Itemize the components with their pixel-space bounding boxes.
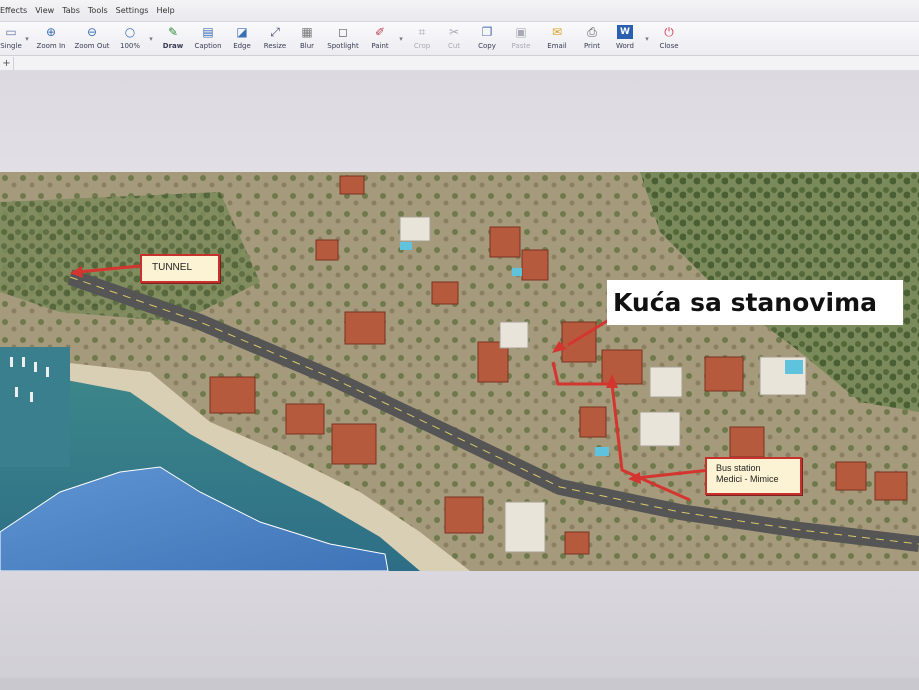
print-icon: ⎙	[587, 25, 597, 39]
draw-button[interactable]: ✎ Draw	[156, 22, 190, 56]
tunnel-label: TUNNEL	[140, 254, 220, 283]
menu-view[interactable]: View	[35, 6, 54, 15]
toolbar-separator: ▾	[149, 35, 153, 43]
aerial-map-illustration	[0, 172, 919, 571]
toolbar-separator: ▾	[25, 35, 29, 43]
draw-icon: ✎	[167, 25, 179, 39]
zoom-out-button[interactable]: ⊖ Zoom Out	[70, 22, 114, 56]
new-tab-button[interactable]: +	[0, 56, 14, 70]
menu-settings[interactable]: Settings	[116, 6, 149, 15]
close-button[interactable]: ⏻ Close	[652, 22, 686, 56]
menu-tools[interactable]: Tools	[88, 6, 108, 15]
zoom-in-button[interactable]: ⊕ Zoom In	[32, 22, 70, 56]
zoom-in-icon: ⊕	[45, 25, 57, 39]
bus-station-line1: Bus station	[716, 463, 761, 473]
menu-tabs[interactable]: Tabs	[62, 6, 80, 15]
single-button[interactable]: ▭ Single	[0, 22, 22, 56]
menu-help[interactable]: Help	[156, 6, 174, 15]
layout-icon: ▭	[5, 25, 17, 39]
house-text: Kuća sa stanovima	[613, 288, 878, 317]
zoom-out-icon: ⊖	[86, 25, 98, 39]
edge-button[interactable]: ◪ Edge	[226, 22, 258, 56]
blur-icon: ▦	[301, 25, 313, 39]
bus-station-line2: Medici - Mimice	[716, 474, 779, 484]
crop-button[interactable]: ⌗ Crop	[406, 22, 438, 56]
paint-icon: ✐	[374, 25, 386, 39]
paste-button[interactable]: ▣ Paste	[504, 22, 538, 56]
email-icon: ✉	[551, 25, 563, 39]
toolbar-separator: ▾	[645, 35, 649, 43]
email-button[interactable]: ✉ Email	[538, 22, 576, 56]
close-icon: ⏻	[664, 25, 674, 39]
print-button[interactable]: ⎙ Print	[576, 22, 608, 56]
resize-button[interactable]: ⤢ Resize	[258, 22, 292, 56]
paint-button[interactable]: ✐ Paint	[364, 22, 396, 56]
bus-station-label: Bus station Medici - Mimice	[705, 457, 802, 495]
menu-effects[interactable]: Effects	[0, 6, 27, 15]
spotlight-icon: ◻	[338, 25, 348, 39]
house-label: Kuća sa stanovima	[607, 280, 903, 325]
copy-button[interactable]: ❐ Copy	[470, 22, 504, 56]
toolbar-separator: ▾	[399, 35, 403, 43]
menu-bar: Effects View Tabs Tools Settings Help	[0, 0, 919, 22]
crop-icon: ⌗	[418, 25, 426, 39]
blur-button[interactable]: ▦ Blur	[292, 22, 322, 56]
cut-icon: ✂	[448, 25, 460, 39]
resize-icon: ⤢	[270, 25, 280, 39]
toolbar: ▭ Single ▾ ⊕ Zoom In ⊖ Zoom Out ○ 100% ▾…	[0, 22, 919, 56]
caption-button[interactable]: ▤ Caption	[190, 22, 226, 56]
caption-icon: ▤	[202, 25, 214, 39]
edge-icon: ◪	[236, 25, 248, 39]
cut-button[interactable]: ✂ Cut	[438, 22, 470, 56]
copy-icon: ❐	[481, 25, 493, 39]
zoom-100-icon: ○	[124, 25, 136, 39]
spotlight-button[interactable]: ◻ Spotlight	[322, 22, 364, 56]
aerial-map-image	[0, 172, 919, 571]
word-button[interactable]: W Word	[608, 22, 642, 56]
tunnel-text: TUNNEL	[152, 262, 193, 273]
status-strip	[0, 678, 919, 690]
paste-icon: ▣	[515, 25, 527, 39]
tab-strip: +	[0, 56, 919, 71]
zoom-100-button[interactable]: ○ 100%	[114, 22, 146, 56]
word-icon: W	[617, 25, 633, 39]
